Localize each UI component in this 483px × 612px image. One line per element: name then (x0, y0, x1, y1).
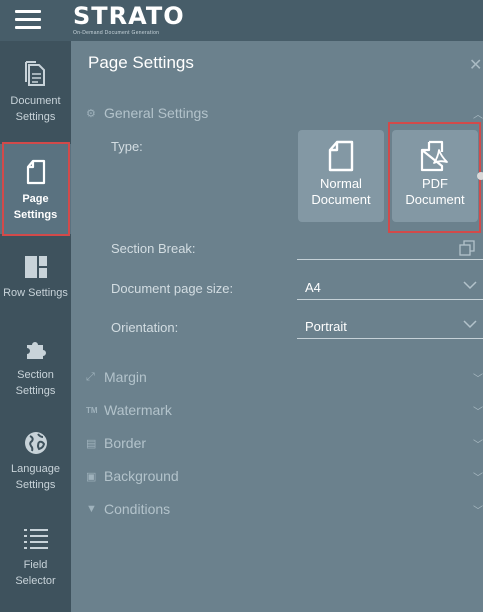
orientation-label: Orientation: (111, 320, 179, 335)
orientation-value: Portrait (305, 319, 347, 334)
close-icon[interactable]: ✕ (469, 55, 483, 75)
section-label: Border (104, 435, 147, 451)
sidebar-label: Settings (15, 385, 56, 397)
pdf-icon (420, 140, 448, 172)
type-option-label: Normal (320, 176, 362, 191)
section-label: Margin (104, 369, 147, 385)
border-section-header[interactable]: ▤ Border ﹀ (86, 435, 483, 451)
globe-icon (24, 432, 47, 454)
pdf-document-option[interactable]: PDF Document (392, 130, 478, 222)
page-icon (26, 159, 45, 185)
general-settings-header[interactable]: ⚙ General Settings ︿ (86, 105, 483, 121)
sidebar-label: Settings (15, 111, 56, 123)
chevron-down-icon: ﹀ (473, 439, 483, 451)
sidebar-item-section-settings[interactable]: Section Settings (0, 337, 71, 407)
chevron-down-icon: ﹀ (473, 406, 483, 418)
panel-title: Page Settings (88, 53, 194, 72)
sidebar-label: Page (22, 193, 49, 205)
orientation-select[interactable]: Portrait (297, 315, 483, 339)
page-size-value: A4 (305, 280, 321, 295)
border-icon: ▤ (86, 437, 97, 450)
page-settings-panel: Page Settings ✕ ⚙ General Settings ︿ Typ… (71, 41, 483, 612)
list-icon (23, 529, 48, 549)
type-option-label: PDF (422, 176, 448, 191)
sidebar-label: Selector (15, 575, 56, 587)
section-label: Background (104, 468, 179, 484)
normal-document-option[interactable]: Normal Document (298, 130, 384, 222)
section-label: Watermark (104, 402, 172, 418)
sidebar-label: Language (11, 463, 60, 475)
section-label: Conditions (104, 501, 171, 517)
sidebar-label: Settings (15, 479, 56, 491)
copy-icon[interactable] (459, 240, 475, 256)
margin-section-header[interactable]: ⤢ Margin ﹀ (86, 369, 483, 385)
sidebar-label: Section (17, 369, 54, 381)
watermark-section-header[interactable]: TM Watermark ﹀ (86, 402, 483, 418)
document-icon (24, 61, 45, 86)
background-section-header[interactable]: ▣ Background ﹀ (86, 468, 483, 484)
chevron-down-icon (463, 281, 477, 290)
scroll-handle[interactable] (477, 172, 483, 180)
type-option-label: Document (405, 192, 465, 207)
left-sidebar: Document Settings Page Settings Row Settin… (0, 41, 71, 612)
image-icon: ▣ (86, 470, 97, 483)
page-icon (328, 140, 354, 172)
sidebar-item-field-selector[interactable]: Field Selector (0, 527, 71, 597)
sidebar-label: Settings (13, 209, 58, 221)
filter-icon: ▼ (86, 503, 97, 515)
chevron-down-icon: ﹀ (473, 472, 483, 484)
trademark-icon: TM (86, 405, 98, 415)
sidebar-item-row-settings[interactable]: Row Settings (0, 255, 71, 315)
gears-icon: ⚙ (86, 107, 96, 120)
sidebar-item-page-settings[interactable]: Page Settings (0, 144, 71, 234)
page-size-label: Document page size: (111, 281, 234, 296)
brand-tagline: On-Demand Document Generation (73, 30, 160, 36)
brand-name: STRATO (73, 2, 185, 30)
sidebar-label: Document (10, 95, 61, 107)
sidebar-item-document-settings[interactable]: Document Settings (0, 61, 71, 135)
section-label: General Settings (104, 105, 209, 121)
sidebar-label: Row Settings (3, 287, 68, 299)
sidebar-label: Field (23, 559, 48, 571)
chevron-up-icon: ︿ (473, 109, 483, 121)
type-label: Type: (111, 139, 143, 154)
top-bar: STRATO On-Demand Document Generation (0, 0, 483, 41)
section-break-field[interactable] (297, 259, 483, 260)
chevron-down-icon: ﹀ (473, 505, 483, 517)
sidebar-item-language-settings[interactable]: Language Settings (0, 431, 71, 501)
section-break-label: Section Break: (111, 241, 196, 256)
type-option-label: Document (311, 192, 371, 207)
resize-icon: ⤢ (86, 370, 95, 383)
chevron-down-icon: ﹀ (473, 373, 483, 385)
row-layout-icon (24, 256, 47, 278)
conditions-section-header[interactable]: ▼ Conditions ﹀ (86, 501, 483, 517)
puzzle-icon (26, 342, 46, 359)
page-size-select[interactable]: A4 (297, 276, 483, 300)
hamburger-menu-icon[interactable] (15, 10, 41, 30)
brand-logo: STRATO On-Demand Document Generation (73, 4, 185, 36)
chevron-down-icon (463, 320, 477, 329)
